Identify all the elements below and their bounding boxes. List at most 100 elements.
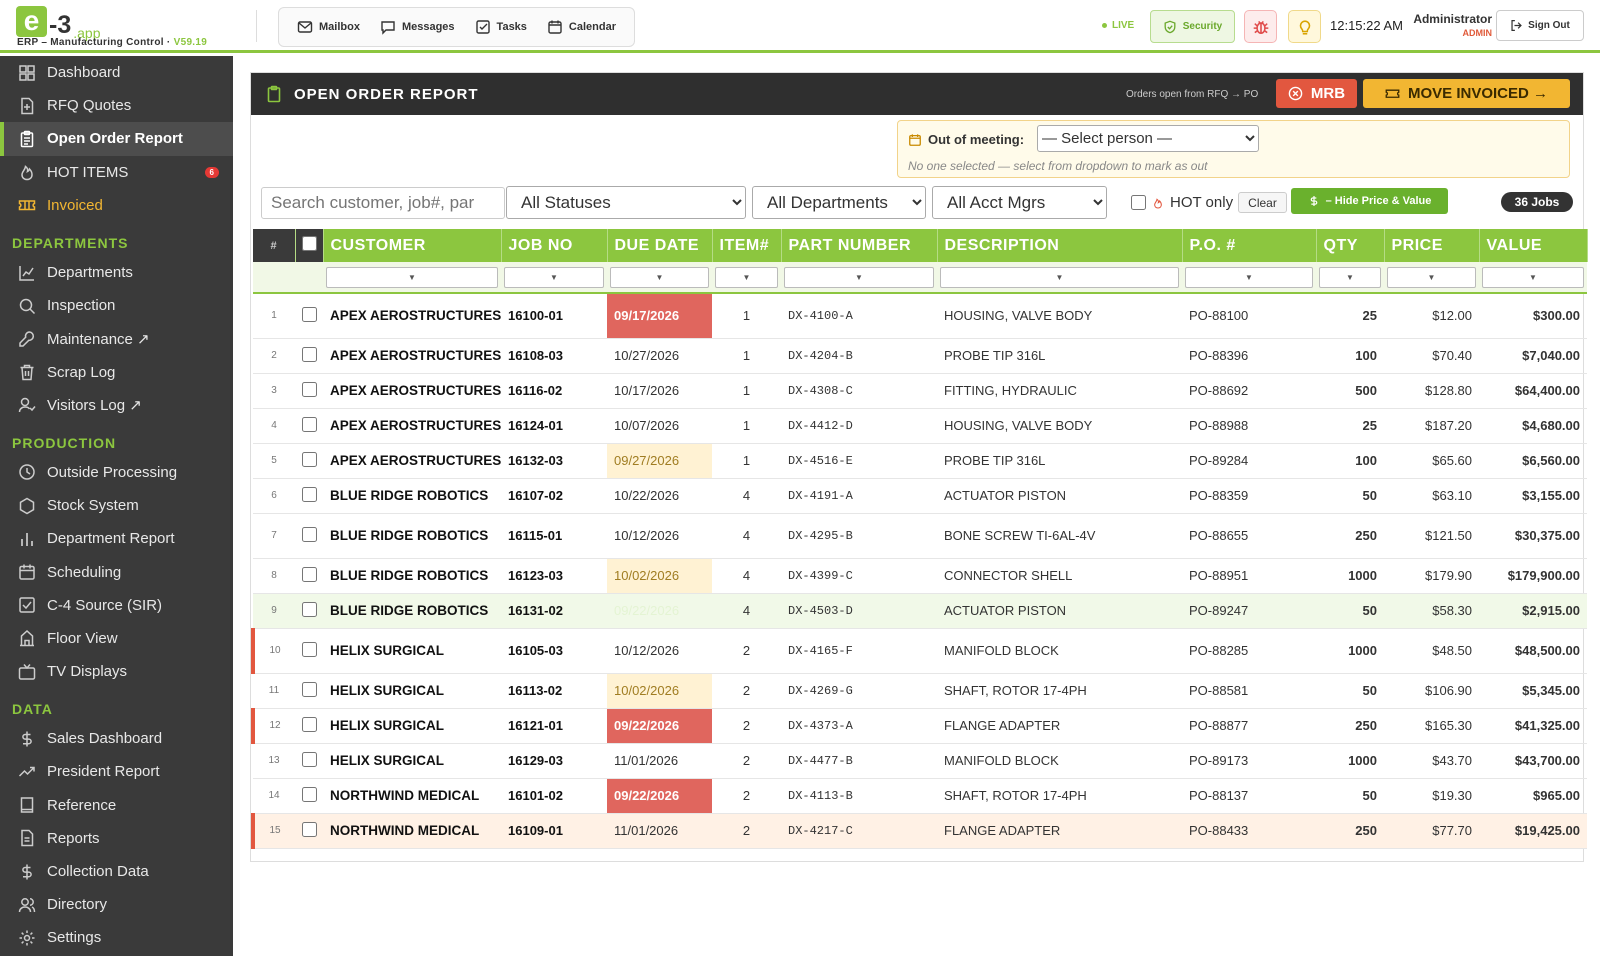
table-row[interactable]: 14 NORTHWIND MEDICAL 16101-02 09/22/2026 2 DX… [253,778,1587,814]
col-customer[interactable]: CUSTOMER [323,229,502,262]
sidebar-item-hot-items[interactable]: HOT ITEMS 6 [0,156,233,189]
nav-tasks-button[interactable]: Tasks [465,12,537,42]
row-select-checkbox[interactable] [301,716,317,732]
sidebar-item-outside-processing[interactable]: Outside Processing [0,456,233,489]
job-filter-dropdown[interactable]: ▼ [504,266,604,288]
sidebar-item-open-order-report[interactable]: Open Order Report [0,122,233,156]
table-row[interactable]: 11 HELIX SURGICAL 16113-02 10/02/2026 2 DX-42… [253,673,1587,709]
row-select-checkbox[interactable] [301,486,317,502]
ideas-button[interactable] [1288,10,1321,43]
department-filter-select[interactable]: All Departments [752,186,926,219]
po-filter-dropdown[interactable]: ▼ [1185,266,1313,288]
nav-mailbox-button[interactable]: Mailbox [287,12,370,42]
sidebar-item-sales-dashboard[interactable]: Sales Dashboard [0,722,233,755]
table-row[interactable]: 15 NORTHWIND MEDICAL 16109-01 11/01/2026 2 DX… [251,813,1587,849]
sidebar-item-rfq-quotes[interactable]: RFQ Quotes [0,89,233,122]
out-of-meeting-select[interactable]: — Select person — [1037,125,1259,152]
sidebar-item-tv-displays[interactable]: TV Displays [0,655,233,688]
table-row[interactable]: 2 APEX AEROSTRUCTURES 16108-03 10/27/2026 1 D… [253,338,1587,374]
sign-out-button[interactable]: Sign Out [1496,10,1584,41]
col-job-no[interactable]: JOB NO [501,229,608,262]
sidebar-item-maintenance[interactable]: Maintenance ↗ [0,322,233,355]
value-filter-dropdown[interactable]: ▼ [1482,266,1584,288]
hot-only-checkbox[interactable] [1131,195,1146,210]
row-select-checkbox[interactable] [301,346,317,362]
row-select-checkbox[interactable] [301,451,317,467]
sidebar-item-reports[interactable]: Reports [0,822,233,855]
sidebar-item-visitors-log[interactable]: Visitors Log ↗ [0,389,233,422]
sidebar-item-c4-source[interactable]: C-4 Source (SIR) [0,589,233,622]
sidebar-item-stock-system[interactable]: Stock System [0,489,233,522]
price-filter-dropdown[interactable]: ▼ [1387,266,1476,288]
sidebar-item-scheduling[interactable]: Scheduling [0,555,233,588]
sidebar-item-scrap-log[interactable]: Scrap Log [0,356,233,389]
table-row[interactable]: 8 BLUE RIDGE ROBOTICS 16123-03 10/02/2026 4 D… [253,558,1587,594]
bug-report-button[interactable] [1244,10,1277,43]
sidebar-item-inspection[interactable]: Inspection [0,289,233,322]
nav-messages-button[interactable]: Messages [370,12,465,42]
table-row[interactable]: 7 BLUE RIDGE ROBOTICS 16115-01 10/12/2026 4 D… [253,513,1587,559]
sidebar-item-dashboard[interactable]: Dashboard [0,56,233,89]
sidebar-item-president-report[interactable]: President Report [0,755,233,788]
row-select-checkbox[interactable] [301,681,317,697]
row-select-checkbox[interactable] [301,641,317,657]
col-due-date[interactable]: DUE DATE [607,229,713,262]
col-item[interactable]: ITEM# [712,229,782,262]
sidebar-item-settings[interactable]: Settings [0,921,233,954]
sign-out-label: Sign Out [1528,20,1570,31]
due-filter-dropdown[interactable]: ▼ [610,266,709,288]
table-row[interactable]: 10 HELIX SURGICAL 16105-03 10/12/2026 2 DX-41… [251,628,1587,674]
security-button[interactable]: Security [1150,10,1235,43]
col-price[interactable]: PRICE [1384,229,1480,262]
clear-filters-button[interactable]: Clear [1238,192,1287,213]
table-row[interactable]: 3 APEX AEROSTRUCTURES 16116-02 10/17/2026 1 D… [253,373,1587,409]
hot-only-toggle[interactable]: HOT only [1131,194,1233,211]
hide-price-button[interactable]: – Hide Price & Value [1291,188,1448,214]
row-select-checkbox[interactable] [301,786,317,802]
sidebar-item-directory[interactable]: Directory [0,888,233,921]
rfq-icon [21,97,34,115]
table-row[interactable]: 13 HELIX SURGICAL 16129-03 11/01/2026 2 DX-44… [253,743,1587,779]
select-all-checkbox[interactable] [301,235,317,251]
row-select-checkbox[interactable] [301,526,317,542]
table-row[interactable]: 5 APEX AEROSTRUCTURES 16132-03 09/27/2026 1 D… [253,443,1587,479]
status-filter-select[interactable]: All Statuses [506,186,746,219]
app-logo[interactable]: e -3 .app [16,6,100,40]
nav-calendar-button[interactable]: Calendar [537,12,626,42]
row-select-checkbox[interactable] [301,601,317,617]
col-description[interactable]: DESCRIPTION [937,229,1183,262]
col-po[interactable]: P.O. # [1182,229,1317,262]
acct-mgr-filter-select[interactable]: All Acct Mgrs [932,186,1107,219]
col-value[interactable]: VALUE [1479,229,1588,262]
qty-filter-dropdown[interactable]: ▼ [1319,266,1381,288]
row-select-checkbox[interactable] [301,416,317,432]
row-select-checkbox[interactable] [301,821,317,837]
nav-calendar-label: Calendar [568,21,616,33]
search-input[interactable] [261,187,505,219]
table-row[interactable]: 1 APEX AEROSTRUCTURES 16100-01 09/17/2026 1 D… [253,293,1587,339]
row-select-checkbox[interactable] [301,381,317,397]
part-filter-dropdown[interactable]: ▼ [784,266,934,288]
item-filter-dropdown[interactable]: ▼ [715,266,778,288]
sidebar-item-collection-data[interactable]: Collection Data [0,855,233,888]
row-select-checkbox[interactable] [301,306,317,322]
description-filter-dropdown[interactable]: ▼ [940,266,1179,288]
customer-cell: BLUE RIDGE ROBOTICS [323,593,501,629]
table-row[interactable]: 9 BLUE RIDGE ROBOTICS 16131-02 09/22/2026 4 D… [253,593,1587,629]
table-row[interactable]: 12 HELIX SURGICAL 16121-01 09/22/2026 2 DX-43… [251,708,1587,744]
customer-filter-dropdown[interactable]: ▼ [326,266,498,288]
col-part-number[interactable]: PART NUMBER [781,229,938,262]
item-cell: 2 [712,708,781,744]
sidebar-item-floor-view[interactable]: Floor View [0,622,233,655]
row-select-checkbox[interactable] [301,566,317,582]
sidebar-item-invoiced[interactable]: Invoiced [0,189,233,222]
sidebar-item-department-report[interactable]: Department Report [0,522,233,555]
sidebar-item-departments[interactable]: Departments [0,256,233,289]
row-select-checkbox[interactable] [301,751,317,767]
mrb-button[interactable]: MRB [1276,79,1357,108]
table-row[interactable]: 6 BLUE RIDGE ROBOTICS 16107-02 10/22/2026 4 D… [253,478,1587,514]
sidebar-item-reference[interactable]: Reference [0,789,233,822]
col-qty[interactable]: QTY [1316,229,1385,262]
move-invoiced-button[interactable]: MOVE INVOICED → [1363,79,1570,108]
table-row[interactable]: 4 APEX AEROSTRUCTURES 16124-01 10/07/2026 1 D… [253,408,1587,444]
